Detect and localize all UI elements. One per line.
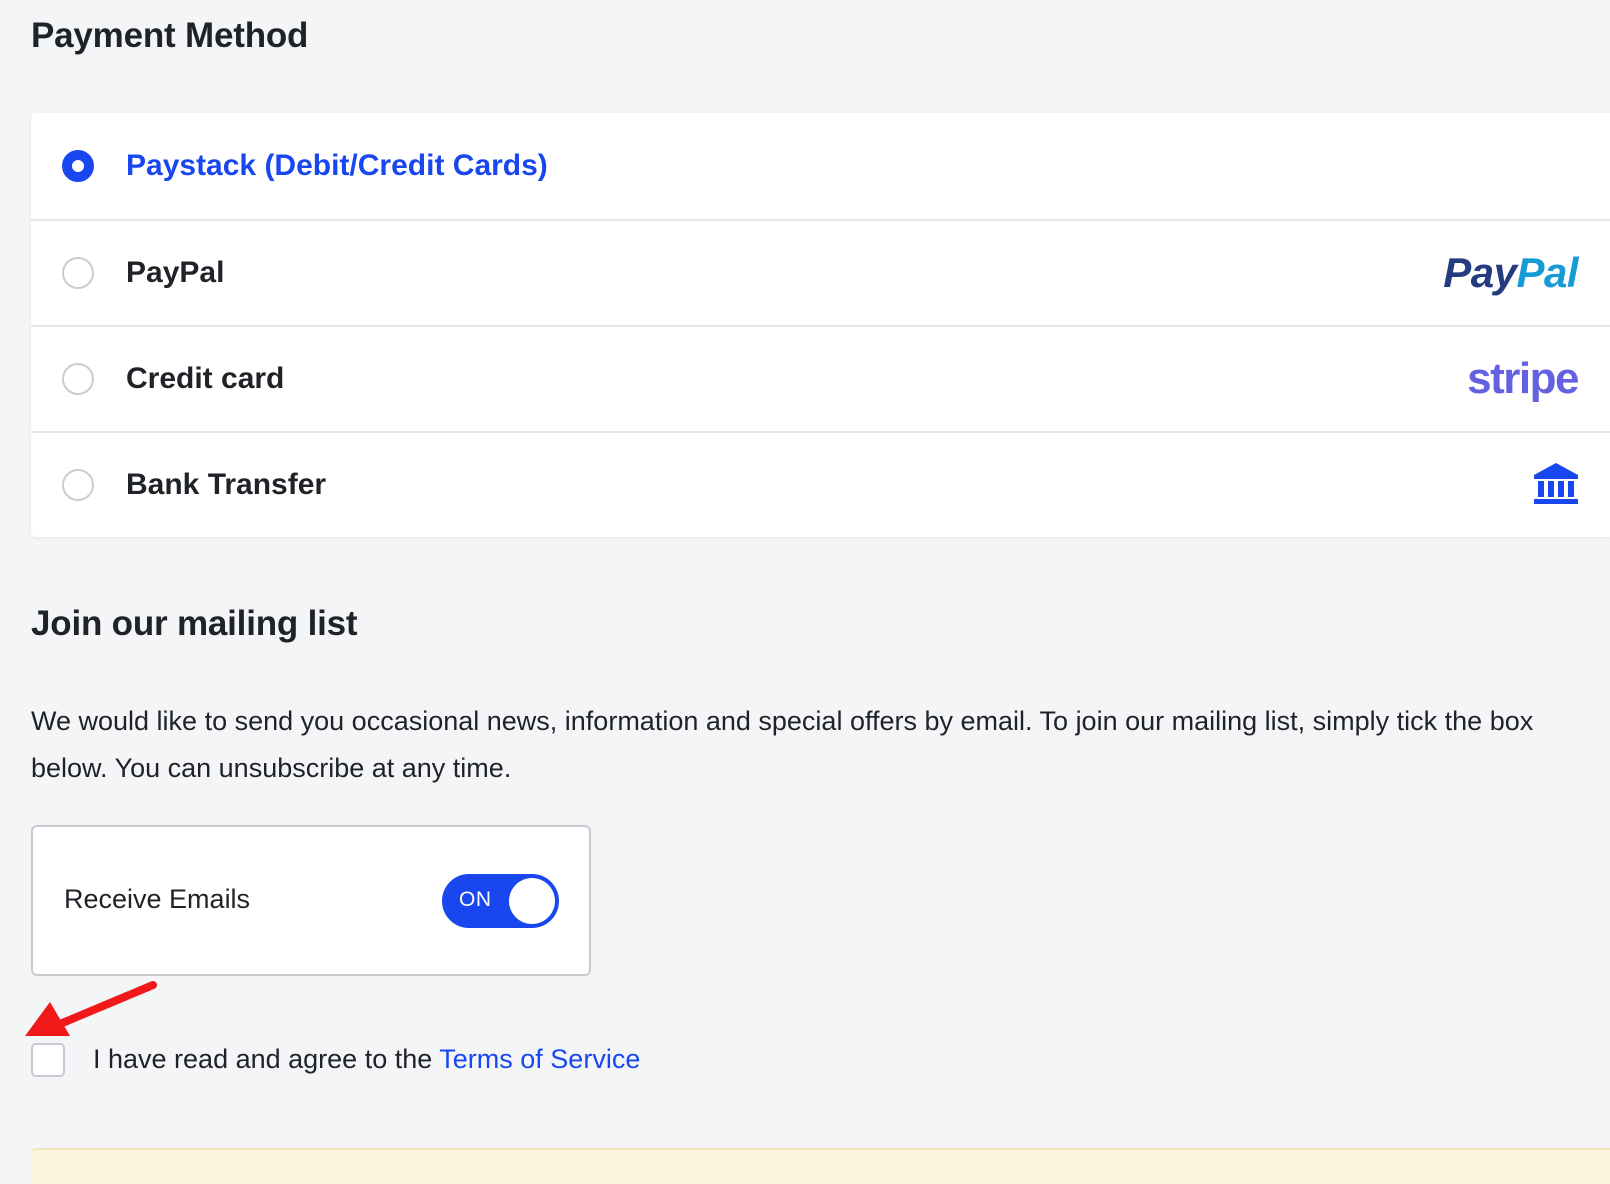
payment-option-bank-transfer[interactable]: Bank Transfer [31, 431, 1610, 537]
toggle-state-text: ON [459, 888, 492, 911]
payment-option-paypal[interactable]: PayPal PayPal [31, 219, 1610, 325]
bank-transfer-radio[interactable] [62, 469, 94, 501]
paypal-logo: PayPal [1443, 249, 1578, 297]
paystack-radio[interactable] [62, 150, 94, 182]
mailing-list-heading: Join our mailing list [31, 604, 358, 643]
terms-label: I have read and agree to the Terms of Se… [93, 1044, 640, 1075]
paypal-logo-part1: Pay [1443, 249, 1517, 296]
payment-option-label: Credit card [126, 362, 285, 395]
payment-option-label: Paystack (Debit/Credit Cards) [126, 149, 548, 182]
red-arrow-annotation-icon [25, 981, 157, 1036]
toggle-knob [509, 878, 555, 924]
paypal-logo-part2: Pal [1516, 249, 1578, 296]
payment-option-label: PayPal [126, 256, 225, 289]
terms-prefix: I have read and agree to the [93, 1044, 440, 1074]
receive-emails-box: Receive Emails ON [31, 825, 591, 976]
terms-of-service-link[interactable]: Terms of Service [439, 1044, 640, 1074]
terms-checkbox[interactable] [31, 1043, 65, 1077]
bank-icon [1534, 463, 1578, 504]
payment-option-paystack[interactable]: Paystack (Debit/Credit Cards) [31, 113, 1610, 219]
bottom-notice-banner [31, 1148, 1610, 1184]
payment-option-label: Bank Transfer [126, 468, 327, 501]
payment-methods-list: Paystack (Debit/Credit Cards) PayPal Pay… [31, 113, 1610, 537]
mailing-list-description: We would like to send you occasional new… [31, 706, 1534, 783]
payment-option-credit-card[interactable]: Credit card stripe [31, 325, 1610, 431]
paypal-radio[interactable] [62, 257, 94, 289]
receive-emails-toggle[interactable]: ON [442, 874, 559, 928]
credit-card-radio[interactable] [62, 363, 94, 395]
stripe-logo: stripe [1467, 354, 1579, 403]
receive-emails-label: Receive Emails [64, 884, 251, 914]
payment-method-heading: Payment Method [31, 16, 309, 55]
